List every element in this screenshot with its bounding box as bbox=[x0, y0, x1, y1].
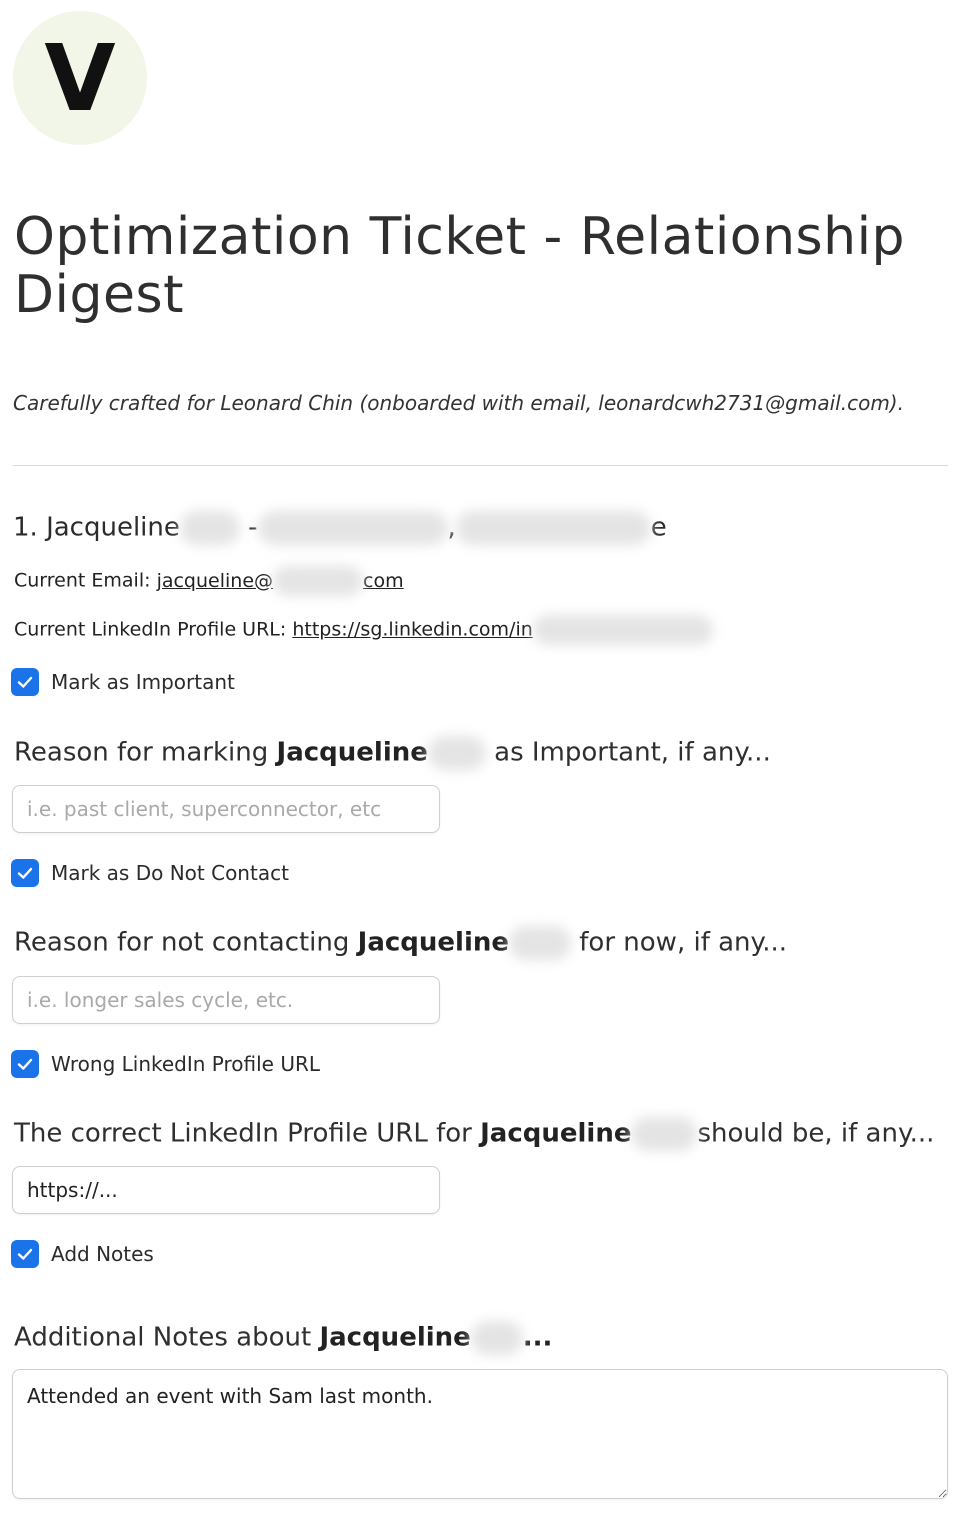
page-subtitle: Carefully crafted for Leonard Chin (onbo… bbox=[13, 391, 904, 415]
current-linkedin-line: Current LinkedIn Profile URL: https://sg… bbox=[14, 615, 713, 645]
add-notes-label: Add Notes bbox=[51, 1242, 154, 1266]
contact-name-bold: Jacqueline bbox=[480, 1118, 632, 1149]
contact-name-bold: Jacqueline bbox=[319, 1322, 471, 1353]
additional-notes-textarea[interactable]: Attended an event with Sam last month. bbox=[12, 1369, 948, 1499]
wrong-linkedin-label: Wrong LinkedIn Profile URL bbox=[51, 1052, 321, 1076]
redacted-surname bbox=[509, 926, 572, 960]
do-not-contact-question: Reason for not contacting Jacqueline for… bbox=[14, 926, 787, 960]
heading-separator: - bbox=[248, 512, 258, 543]
contact-heading: 1. Jacqueline -, e bbox=[13, 511, 667, 545]
checkmark-icon bbox=[17, 867, 33, 879]
mark-important-row[interactable]: Mark as Important bbox=[11, 668, 235, 696]
contact-name: 1. Jacqueline bbox=[13, 512, 180, 543]
do-not-contact-label: Mark as Do Not Contact bbox=[51, 861, 289, 885]
brand-logo: V bbox=[13, 11, 147, 145]
contact-name-bold: Jacqueline bbox=[276, 737, 428, 768]
redacted-company bbox=[455, 511, 651, 545]
correct-linkedin-question: The correct LinkedIn Profile URL for Jac… bbox=[14, 1117, 934, 1151]
mark-important-label: Mark as Important bbox=[51, 670, 235, 694]
checkmark-icon bbox=[17, 1058, 33, 1070]
redacted-surname bbox=[631, 1117, 698, 1151]
current-linkedin-link[interactable]: https://sg.linkedin.com/in bbox=[292, 619, 532, 641]
important-reason-input[interactable] bbox=[12, 785, 440, 833]
redacted-surname bbox=[427, 736, 486, 770]
contact-name-bold: Jacqueline bbox=[357, 927, 510, 958]
wrong-linkedin-row[interactable]: Wrong LinkedIn Profile URL bbox=[11, 1050, 320, 1078]
add-notes-checkbox[interactable] bbox=[11, 1240, 39, 1268]
section-divider bbox=[13, 465, 948, 466]
redacted-surname bbox=[470, 1321, 523, 1355]
additional-notes-question: Additional Notes about Jacqueline... bbox=[14, 1321, 552, 1355]
wrong-linkedin-checkbox[interactable] bbox=[11, 1050, 39, 1078]
current-email-link[interactable]: jacqueline@ com bbox=[157, 566, 404, 596]
correct-linkedin-input[interactable] bbox=[12, 1166, 440, 1214]
redacted-linkedin-slug bbox=[532, 615, 713, 645]
redacted-title bbox=[257, 511, 448, 545]
redacted-surname bbox=[179, 511, 240, 545]
current-email-line: Current Email: jacqueline@ com bbox=[14, 566, 404, 596]
page-title: Optimization Ticket - Relationship Diges… bbox=[14, 207, 906, 325]
current-email-label: Current Email: bbox=[14, 569, 157, 592]
checkmark-icon bbox=[17, 676, 33, 688]
logo-letter: V bbox=[44, 25, 116, 132]
checkmark-icon bbox=[17, 1248, 33, 1260]
do-not-contact-checkbox[interactable] bbox=[11, 859, 39, 887]
mark-important-checkbox[interactable] bbox=[11, 668, 39, 696]
do-not-contact-reason-input[interactable] bbox=[12, 976, 440, 1024]
current-linkedin-label: Current LinkedIn Profile URL: bbox=[14, 618, 293, 641]
heading-comma: , bbox=[447, 512, 456, 543]
add-notes-row[interactable]: Add Notes bbox=[11, 1240, 154, 1268]
important-reason-question: Reason for marking Jacqueline as Importa… bbox=[14, 736, 771, 770]
heading-end: e bbox=[650, 512, 667, 543]
redacted-email-domain bbox=[273, 566, 364, 596]
do-not-contact-row[interactable]: Mark as Do Not Contact bbox=[11, 859, 289, 887]
